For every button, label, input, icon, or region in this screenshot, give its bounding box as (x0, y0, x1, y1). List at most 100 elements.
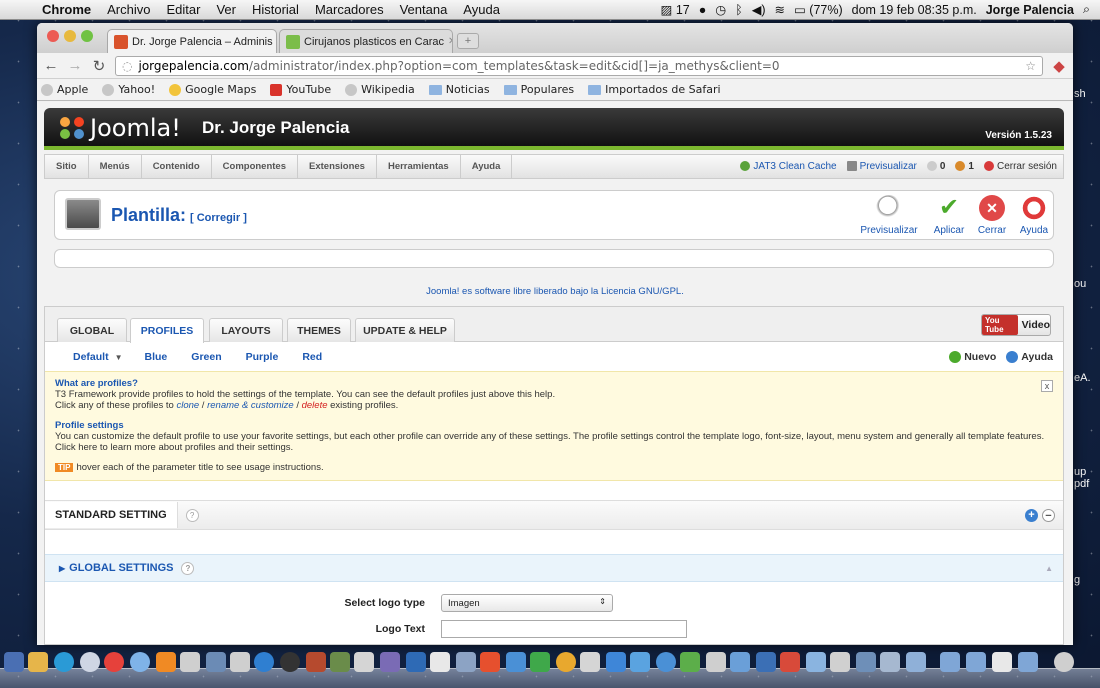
folder-icon[interactable] (906, 652, 926, 672)
wifi-icon[interactable]: ≋ (775, 2, 785, 17)
question-icon[interactable]: ? (185, 508, 199, 522)
clean-cache-link[interactable]: JAT3 Clean Cache (740, 161, 837, 172)
app-icon[interactable] (856, 652, 876, 672)
close-window-button[interactable] (47, 30, 59, 42)
app-icon[interactable] (806, 652, 826, 672)
new-profile-button[interactable]: Nuevo (949, 351, 996, 364)
bookmark-folder-populares[interactable]: Populares (503, 83, 574, 96)
menu-ayuda[interactable]: Ayuda (455, 2, 508, 17)
skype-icon[interactable] (54, 652, 74, 672)
word-icon[interactable] (506, 652, 526, 672)
extension-icon[interactable]: ◆ (1051, 57, 1067, 75)
collapse-icon[interactable]: ▲ (1045, 564, 1053, 573)
collapse-all-icon[interactable]: − (1042, 508, 1055, 522)
app-icon[interactable] (480, 652, 500, 672)
logo-type-select[interactable]: Imagen ⇕ (441, 594, 613, 612)
tab-themes[interactable]: THEMES (287, 318, 351, 342)
tab-global[interactable]: GLOBAL (57, 318, 127, 342)
logout-link[interactable]: Cerrar sesión (983, 161, 1057, 172)
spotlight-icon[interactable]: ⌕ (1083, 2, 1090, 17)
chevron-down-icon[interactable]: ▼ (115, 353, 123, 362)
vlc-icon[interactable] (156, 652, 176, 672)
app-icon[interactable] (580, 652, 600, 672)
preview-link[interactable]: Previsualizar (846, 161, 917, 172)
app-icon[interactable] (680, 652, 700, 672)
status-icon[interactable]: ● (699, 3, 707, 17)
minimize-window-button[interactable] (64, 30, 76, 42)
app-icon[interactable] (280, 652, 300, 672)
clock[interactable]: dom 19 feb 08:35 p.m. (852, 3, 977, 17)
menu-contenido[interactable]: Contenido (142, 155, 212, 178)
excel-icon[interactable] (530, 652, 550, 672)
trash-icon[interactable] (1054, 652, 1074, 672)
messages-count[interactable]: 0 (926, 161, 945, 172)
tab-close-icon[interactable]: ✕ (448, 36, 452, 47)
photoshop-icon[interactable] (406, 652, 426, 672)
menu-ventana[interactable]: Ventana (392, 2, 456, 17)
menu-archivo[interactable]: Archivo (99, 2, 158, 17)
browser-tab-active[interactable]: Dr. Jorge Palencia – Adminis ✕ (107, 29, 277, 53)
acrobat-icon[interactable] (430, 652, 450, 672)
app-icon[interactable] (830, 652, 850, 672)
user-name[interactable]: Jorge Palencia (986, 3, 1074, 17)
reload-icon[interactable]: ↻ (91, 57, 107, 75)
itunes-icon[interactable] (254, 652, 274, 672)
app-icon[interactable] (380, 652, 400, 672)
app-icon[interactable] (756, 652, 776, 672)
bookmark-folder-noticias[interactable]: Noticias (428, 83, 490, 96)
close-help-icon[interactable]: x (1041, 380, 1053, 392)
folder-icon[interactable] (966, 652, 986, 672)
bluetooth-icon[interactable]: ᛒ (735, 3, 743, 17)
app-icon[interactable] (606, 652, 626, 672)
profile-green[interactable]: Green (191, 351, 221, 363)
time-machine-icon[interactable]: ◷ (715, 2, 726, 17)
document-icon[interactable] (992, 652, 1012, 672)
tab-update-help[interactable]: UPDATE & HELP (355, 318, 455, 342)
app-icon[interactable] (206, 652, 226, 672)
chrome-icon[interactable] (104, 652, 124, 672)
profile-blue[interactable]: Blue (145, 351, 168, 363)
menu-extensiones[interactable]: Extensiones (298, 155, 377, 178)
ichat-icon[interactable] (130, 652, 150, 672)
profile-purple[interactable]: Purple (246, 351, 279, 363)
new-tab-button[interactable]: + (457, 33, 479, 49)
battery-icon[interactable]: ▭ (77%) (794, 2, 843, 17)
logo-text-input[interactable] (441, 620, 687, 638)
app-icon[interactable] (230, 652, 250, 672)
safari-icon[interactable] (80, 652, 100, 672)
app-icon[interactable] (556, 652, 576, 672)
learn-more-link[interactable]: Click here to learn more about profiles … (55, 442, 1053, 453)
app-icon[interactable] (656, 652, 676, 672)
browser-tab[interactable]: Cirujanos plasticos en Carac ✕ (279, 29, 453, 53)
address-bar[interactable]: ◌ jorgepalencia.com/administrator/index.… (115, 55, 1043, 76)
folder-icon[interactable] (940, 652, 960, 672)
menu-componentes[interactable]: Componentes (212, 155, 298, 178)
app-icon[interactable] (28, 652, 48, 672)
profile-default[interactable]: Default (73, 351, 109, 363)
bookmark-star-icon[interactable]: ☆ (1025, 59, 1036, 73)
bookmark-google-maps[interactable]: Google Maps (169, 83, 256, 96)
app-icon[interactable] (630, 652, 650, 672)
menu-editar[interactable]: Editar (158, 2, 208, 17)
bookmark-apple[interactable]: Apple (41, 83, 88, 96)
global-settings-header[interactable]: ▶ GLOBAL SETTINGS ? ▲ (45, 554, 1063, 582)
help-button[interactable]: Ayuda (1004, 195, 1064, 236)
app-icon[interactable] (706, 652, 726, 672)
bookmark-folder-safari[interactable]: Importados de Safari (588, 83, 721, 96)
preview-button[interactable]: Previsualizar (859, 195, 919, 236)
folder-icon[interactable] (1018, 652, 1038, 672)
tab-profiles[interactable]: PROFILES (130, 318, 204, 343)
bookmark-youtube[interactable]: YouTube (270, 83, 331, 96)
expand-all-icon[interactable]: + (1025, 508, 1038, 522)
back-icon[interactable]: ← (43, 57, 59, 74)
menu-ayuda[interactable]: Ayuda (461, 155, 513, 178)
app-icon[interactable] (456, 652, 476, 672)
gpl-license-link[interactable]: Licencia GNU/GPL (601, 286, 681, 297)
app-icon[interactable] (780, 652, 800, 672)
zoom-window-button[interactable] (81, 30, 93, 42)
app-icon[interactable] (306, 652, 326, 672)
app-icon[interactable] (180, 652, 200, 672)
app-icon[interactable] (354, 652, 374, 672)
adobe-icon[interactable]: ▨ 17 (661, 2, 690, 17)
menu-app-name[interactable]: Chrome (34, 2, 99, 17)
